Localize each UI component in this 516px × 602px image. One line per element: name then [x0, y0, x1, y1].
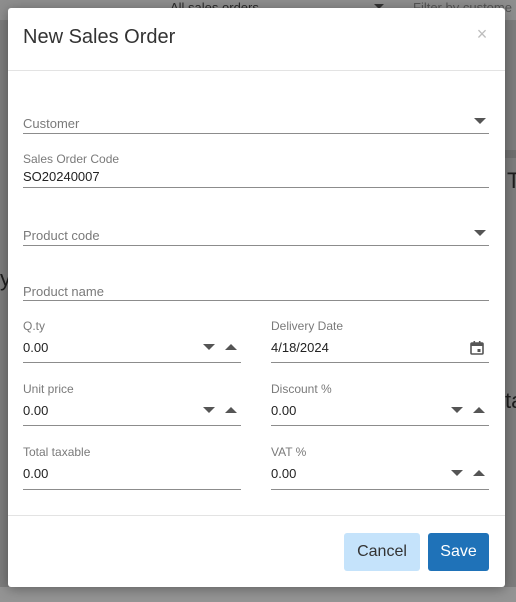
cancel-button[interactable]: Cancel: [344, 533, 420, 571]
qty-value[interactable]: 0.00: [23, 340, 48, 355]
chevron-down-icon[interactable]: [474, 230, 486, 236]
vat-label: VAT %: [271, 445, 307, 459]
sales-order-code-label: Sales Order Code: [23, 152, 120, 166]
background-strip: [505, 150, 516, 158]
vat-field[interactable]: VAT % 0.00: [271, 445, 489, 490]
background-glyph-ta: ta: [505, 388, 516, 413]
new-sales-order-dialog: New Sales Order × Customer Sales Order C…: [8, 8, 505, 587]
arrow-down-icon[interactable]: [451, 407, 463, 413]
total-taxable-value[interactable]: 0.00: [23, 466, 48, 481]
qty-underline: [23, 362, 241, 363]
delivery-date-underline: [271, 362, 489, 363]
arrow-up-icon[interactable]: [473, 407, 485, 413]
vat-value[interactable]: 0.00: [271, 466, 296, 481]
customer-underline: [23, 133, 489, 134]
delivery-date-field[interactable]: Delivery Date 4/18/2024: [271, 319, 489, 364]
arrow-down-icon[interactable]: [203, 407, 215, 413]
total-taxable-underline: [23, 489, 241, 490]
unit-price-value[interactable]: 0.00: [23, 403, 48, 418]
unit-price-underline: [23, 425, 241, 426]
product-code-label: Product code: [23, 228, 100, 243]
close-icon[interactable]: ×: [474, 24, 490, 44]
save-button[interactable]: Save: [428, 533, 489, 571]
discount-field[interactable]: Discount % 0.00: [271, 382, 489, 427]
discount-underline: [271, 425, 489, 426]
product-code-select[interactable]: Product code: [23, 220, 489, 246]
arrow-up-icon[interactable]: [225, 407, 237, 413]
chevron-down-icon[interactable]: [474, 118, 486, 124]
sales-order-code-underline: [23, 187, 489, 188]
qty-label: Q.ty: [23, 319, 46, 333]
product-code-underline: [23, 245, 489, 246]
background-glyph-t: T: [507, 168, 516, 193]
dialog-header: New Sales Order ×: [8, 8, 505, 71]
dialog-footer-divider: [8, 515, 505, 516]
unit-price-field[interactable]: Unit price 0.00: [23, 382, 241, 427]
sales-order-code-value[interactable]: SO20240007: [23, 169, 100, 184]
customer-label: Customer: [23, 116, 80, 131]
qty-field[interactable]: Q.ty 0.00: [23, 319, 241, 364]
arrow-down-icon[interactable]: [451, 470, 463, 476]
vat-underline: [271, 489, 489, 490]
arrow-down-icon[interactable]: [203, 344, 215, 350]
dialog-title: New Sales Order: [23, 26, 176, 48]
discount-label: Discount %: [271, 382, 332, 396]
total-taxable-field[interactable]: Total taxable 0.00: [23, 445, 241, 490]
sales-order-code-field[interactable]: Sales Order Code SO20240007: [23, 152, 489, 189]
discount-value[interactable]: 0.00: [271, 403, 296, 418]
unit-price-label: Unit price: [23, 382, 74, 396]
background-bottom-bar: [0, 587, 516, 602]
product-name-underline: [23, 300, 489, 301]
total-taxable-label: Total taxable: [23, 445, 91, 459]
customer-select[interactable]: Customer: [23, 108, 489, 134]
arrow-up-icon[interactable]: [473, 470, 485, 476]
product-name-label: Product name: [23, 284, 104, 299]
calendar-icon[interactable]: [470, 341, 484, 355]
delivery-date-value[interactable]: 4/18/2024: [271, 340, 329, 355]
delivery-date-label: Delivery Date: [271, 319, 344, 333]
product-name-field[interactable]: Product name: [23, 278, 489, 301]
arrow-up-icon[interactable]: [225, 344, 237, 350]
